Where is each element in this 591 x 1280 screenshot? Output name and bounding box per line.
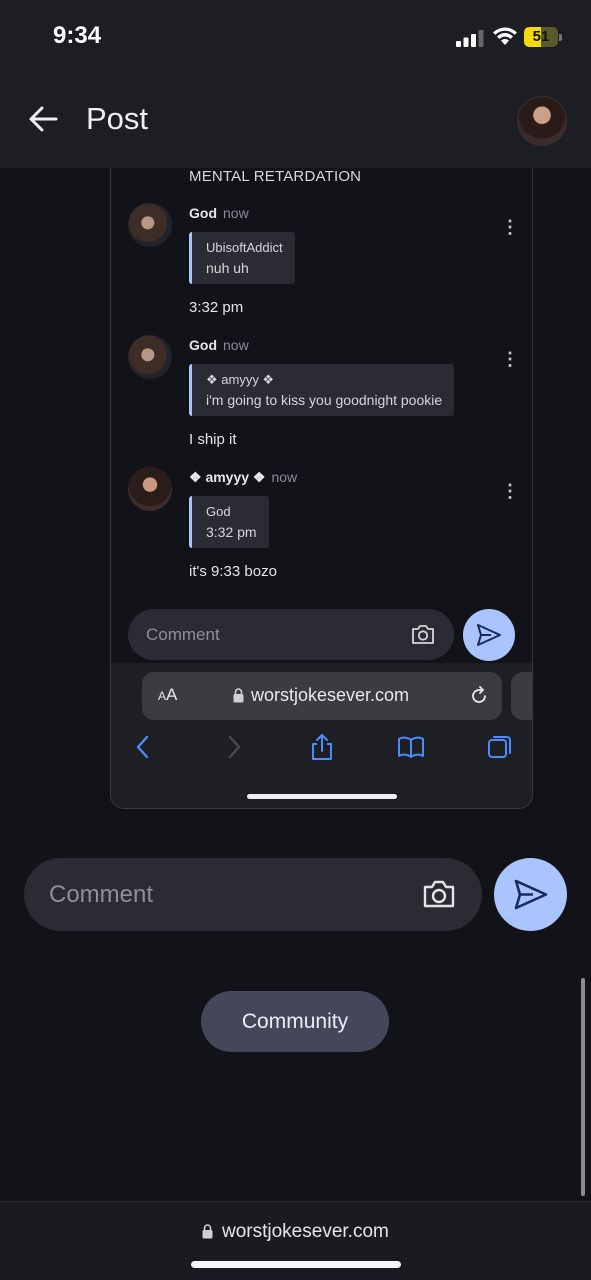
- embedded-comment-input[interactable]: Comment: [128, 609, 454, 660]
- aa-big: A: [166, 685, 178, 704]
- quote-text: nuh uh: [206, 260, 249, 276]
- quoted-reply: ❖ amyyy ❖ i'm going to kiss you goodnigh…: [189, 364, 455, 416]
- lock-icon: [202, 1224, 213, 1239]
- embedded-address-bar[interactable]: AA worstjokesever.com: [142, 672, 502, 720]
- comment-text: it's 9:33 bozo: [189, 563, 277, 580]
- author-name: ❖ amyyy ❖: [189, 469, 266, 485]
- quoted-reply: UbisoftAddict nuh uh: [189, 232, 295, 284]
- embedded-heading: MENTAL RETARDATION: [189, 168, 362, 185]
- comment-time: now: [271, 469, 298, 485]
- embedded-url-text: worstjokesever.com: [251, 685, 410, 705]
- tabs-icon[interactable]: [486, 733, 514, 761]
- comment-text: I ship it: [189, 431, 237, 448]
- comment-placeholder: Comment: [49, 881, 154, 908]
- comment-text: 3:32 pm: [189, 299, 244, 316]
- community-button-label: Community: [241, 1010, 349, 1033]
- forward-chevron-icon[interactable]: [219, 733, 247, 761]
- next-tab-pill[interactable]: [511, 672, 532, 720]
- send-icon: [514, 879, 548, 910]
- reload-icon[interactable]: [469, 686, 489, 706]
- battery-indicator: 51: [524, 27, 562, 47]
- quote-author: God: [206, 504, 231, 519]
- status-time: 9:34: [53, 22, 102, 49]
- send-button[interactable]: [494, 858, 567, 931]
- comment-author: ❖ amyyy ❖ now: [189, 469, 297, 486]
- comment-time: now: [223, 337, 249, 353]
- quote-text: 3:32 pm: [206, 524, 257, 540]
- comment-avatar: [128, 467, 172, 511]
- comment-author: God now: [189, 205, 249, 221]
- more-options-icon[interactable]: ⋮: [501, 350, 519, 368]
- comment-input[interactable]: Comment: [24, 858, 482, 931]
- page-title: Post: [86, 101, 149, 136]
- back-chevron-icon[interactable]: [130, 733, 158, 761]
- battery-percent: 51: [532, 28, 550, 45]
- comment-avatar: [128, 335, 172, 379]
- quote-text: i'm going to kiss you goodnight pookie: [206, 392, 443, 408]
- back-arrow-icon[interactable]: [26, 102, 60, 136]
- embedded-screenshot: MENTAL RETARDATION God now ⋮ UbisoftAddic…: [110, 168, 533, 809]
- send-icon: [477, 624, 501, 646]
- home-indicator[interactable]: [191, 1261, 401, 1268]
- author-name: God: [189, 337, 217, 353]
- bookmarks-icon[interactable]: [397, 733, 425, 761]
- top-bar: 9:34 51 Post: [0, 0, 591, 168]
- send-button[interactable]: [463, 609, 515, 661]
- community-button[interactable]: Community: [201, 991, 389, 1052]
- comment-author: God now: [189, 337, 249, 353]
- comment-avatar: [128, 203, 172, 247]
- quoted-reply: God 3:32 pm: [189, 496, 269, 548]
- battery-body: 51: [524, 27, 558, 47]
- embedded-home-indicator: [247, 794, 397, 799]
- embedded-safari-toolbar: AA worstjokesever.com: [111, 663, 532, 808]
- wifi-icon: [493, 27, 517, 45]
- user-avatar[interactable]: [517, 96, 567, 146]
- url-text: worstjokesever.com: [222, 1221, 389, 1242]
- browser-address-bar[interactable]: worstjokesever.com: [0, 1201, 591, 1280]
- more-options-icon[interactable]: ⋮: [501, 218, 519, 236]
- quote-author: UbisoftAddict: [206, 240, 283, 255]
- author-name: God: [189, 205, 217, 221]
- camera-icon[interactable]: [411, 623, 435, 645]
- battery-tip: [559, 34, 562, 41]
- camera-icon[interactable]: [423, 879, 455, 909]
- aa-small: A: [158, 689, 167, 703]
- reader-text-size-button[interactable]: AA: [158, 685, 177, 705]
- comment-time: now: [223, 205, 249, 221]
- quote-author: ❖ amyyy ❖: [206, 372, 275, 387]
- lock-icon: [233, 688, 244, 703]
- cellular-signal-icon: [456, 30, 484, 47]
- more-options-icon[interactable]: ⋮: [501, 482, 519, 500]
- comment-placeholder: Comment: [146, 625, 220, 644]
- scrollbar[interactable]: [581, 978, 585, 1196]
- share-icon[interactable]: [308, 733, 336, 761]
